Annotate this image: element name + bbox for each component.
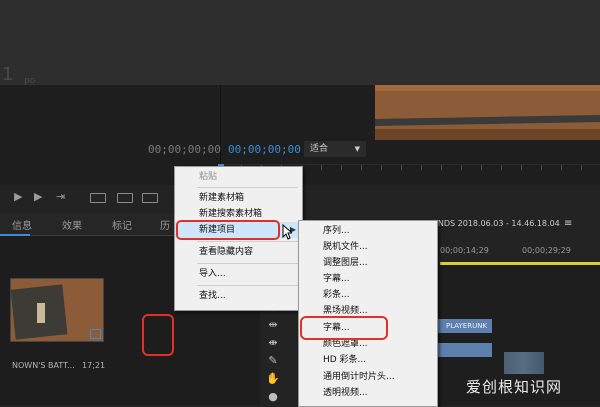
new-item-submenu: 序列... 脱机文件... 调整图层... 字幕... 彩条... 黑场视频..… <box>298 220 438 407</box>
annotation-red-box <box>142 314 174 356</box>
source-timecode: 00;00;00;00 <box>148 143 221 156</box>
top-band <box>0 0 600 85</box>
annotation-red-box <box>300 316 388 340</box>
panel-menu-icon[interactable]: ≡ <box>564 218 572 229</box>
mouse-cursor-icon <box>282 224 292 240</box>
slip-tool-icon[interactable]: ⇹ <box>266 318 280 332</box>
project-clip-thumbnail[interactable] <box>10 278 104 342</box>
submenu-item-hd-bars[interactable]: HD 彩条... <box>299 352 437 368</box>
step-forward-icon[interactable]: ▶ <box>34 190 42 203</box>
timeline-ruler-label-2: 00;00;29;29 <box>522 246 571 255</box>
program-video-frame <box>375 85 600 140</box>
submenu-item-caption[interactable]: 字幕... <box>299 271 437 287</box>
site-watermark: 爱创根知识网 <box>466 378 563 396</box>
fit-label: 适合 <box>310 144 329 154</box>
sequence-title[interactable]: UNDS 2018.06.03 - 14.46.18.04 <box>432 219 560 228</box>
zoom-tool-icon[interactable]: ● <box>266 390 280 404</box>
tab-history[interactable]: 历 <box>160 217 170 232</box>
submenu-item-transparent-video[interactable]: 透明视频... <box>299 385 437 401</box>
fit-dropdown[interactable]: 适合 ▼ <box>304 141 366 157</box>
timeline-clip-audio[interactable] <box>436 343 492 357</box>
play-icon[interactable]: ▶ <box>14 190 22 203</box>
project-clip-duration: 17;21 <box>82 361 106 370</box>
menu-item-new-bin[interactable]: 新建素材箱 <box>175 190 302 206</box>
timeline-clip-video[interactable]: PLAYERUNK <box>436 319 492 333</box>
lift-icon[interactable] <box>117 193 133 203</box>
timeline-ruler-label: 00;00;14;29 <box>440 246 489 255</box>
slide-tool-icon[interactable]: ⇼ <box>266 336 280 350</box>
tab-effects[interactable]: 效果 <box>62 217 82 232</box>
tab-markers[interactable]: 标记 <box>112 217 132 232</box>
clip-type-icon <box>90 329 101 339</box>
export-frame-icon[interactable] <box>142 193 158 203</box>
menu-item-view-hidden[interactable]: 查看隐藏内容 <box>175 244 302 260</box>
chevron-down-icon: ▼ <box>354 145 360 153</box>
tab-info[interactable]: 信息 <box>12 217 32 232</box>
menu-item-import[interactable]: 导入... <box>175 266 302 282</box>
hand-tool-icon[interactable]: ✋ <box>266 372 280 386</box>
insert-icon[interactable]: ⇥ <box>56 190 65 203</box>
submenu-item-bars-tone[interactable]: 彩条... <box>299 287 437 303</box>
submenu-item-adjustment-layer[interactable]: 调整图层... <box>299 255 437 271</box>
menu-item-find[interactable]: 查找... <box>175 288 302 304</box>
annotation-red-box <box>176 220 280 240</box>
program-timecode[interactable]: 00;00;00;00 <box>228 143 301 156</box>
app-logo-icon: 1 <box>2 64 14 85</box>
menu-item-paste[interactable]: 粘贴 <box>175 169 302 185</box>
pen-tool-icon[interactable]: ✎ <box>266 354 280 368</box>
submenu-item-sequence[interactable]: 序列... <box>299 223 437 239</box>
submenu-item-countdown-leader[interactable]: 通用倒计时片头... <box>299 369 437 385</box>
submenu-item-offline-file[interactable]: 脱机文件... <box>299 239 437 255</box>
tools-panel: ◆ ⇹ ⇼ ✎ ✋ ● <box>262 300 282 405</box>
overwrite-icon[interactable] <box>90 193 106 203</box>
site-watermark-logo <box>504 352 544 374</box>
project-clip-name: NOWN'S BATT... <box>12 361 75 370</box>
